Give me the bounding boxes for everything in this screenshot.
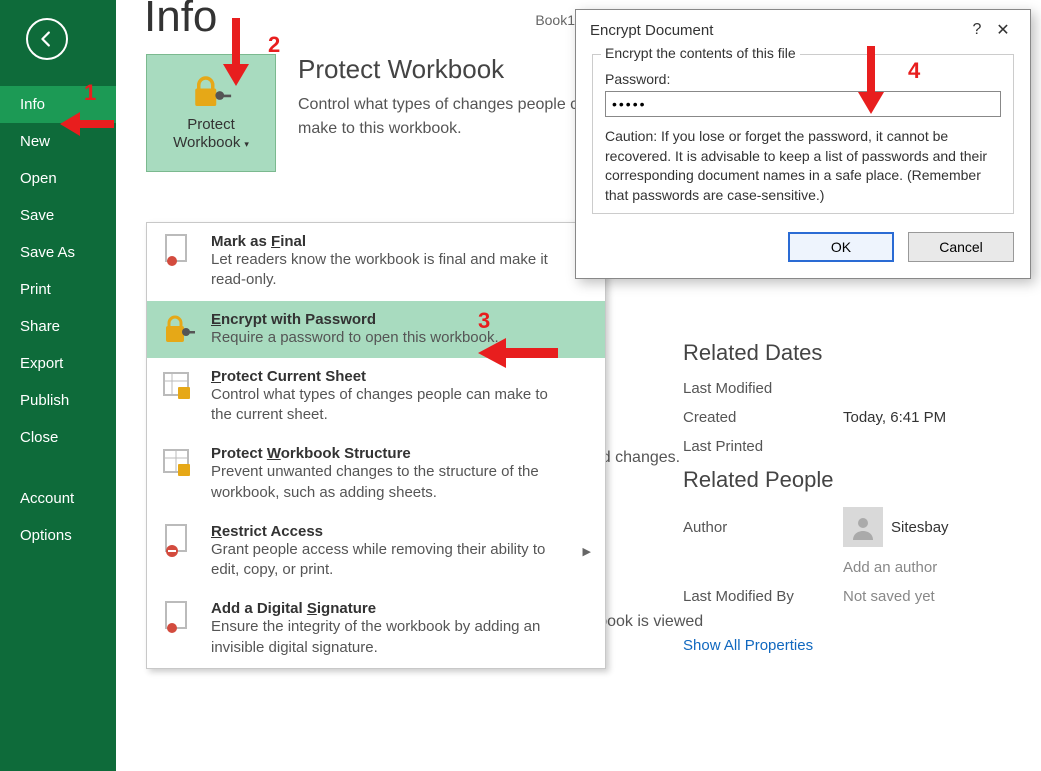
dialog-title: Encrypt Document (590, 22, 713, 39)
menu-item-encrypt-password[interactable]: Encrypt with PasswordRequire a password … (147, 301, 605, 358)
avatar-icon (843, 507, 883, 547)
encrypt-document-dialog: Encrypt Document ? ✕ Encrypt the content… (575, 9, 1031, 279)
sidebar-item-open[interactable]: Open (0, 160, 116, 197)
sheet-lock-icon (161, 368, 197, 404)
last-printed-label: Last Printed (683, 438, 843, 455)
document-signature-icon (161, 600, 197, 636)
dialog-group-legend: Encrypt the contents of this file (601, 45, 800, 61)
arrow-left-icon (36, 28, 58, 50)
last-modified-label: Last Modified (683, 380, 843, 397)
related-dates-heading: Related Dates (683, 340, 1041, 366)
created-label: Created (683, 409, 843, 426)
lock-key-icon (190, 74, 232, 110)
sidebar-item-close[interactable]: Close (0, 419, 116, 456)
dialog-help-button[interactable]: ? (964, 21, 990, 39)
password-label: Password: (605, 71, 1001, 87)
menu-item-title: Restrict Access (211, 523, 569, 540)
menu-item-desc: Let readers know the workbook is final a… (211, 250, 571, 291)
menu-item-title: Mark as Final (211, 233, 571, 250)
menu-item-title: Protect Workbook Structure (211, 445, 571, 462)
submenu-arrow-icon: ▶ (583, 545, 591, 558)
lock-key-icon (161, 311, 197, 347)
protect-workbook-button[interactable]: ProtectWorkbook▾ (146, 54, 276, 172)
ok-button[interactable]: OK (788, 232, 894, 262)
related-people-heading: Related People (683, 467, 1041, 493)
menu-item-title: Protect Current Sheet (211, 368, 571, 385)
document-restrict-icon (161, 523, 197, 559)
menu-item-title: Encrypt with Password (211, 311, 499, 328)
document-badge-icon (161, 233, 197, 269)
sidebar-item-print[interactable]: Print (0, 271, 116, 308)
sidebar-item-save-as[interactable]: Save As (0, 234, 116, 271)
protect-workbook-label: ProtectWorkbook▾ (173, 116, 249, 152)
show-all-properties-link[interactable]: Show All Properties (683, 637, 813, 654)
menu-item-desc: Require a password to open this workbook… (211, 328, 499, 348)
cancel-button[interactable]: Cancel (908, 232, 1014, 262)
last-modified-by-value: Not saved yet (843, 588, 935, 605)
sidebar-item-export[interactable]: Export (0, 345, 116, 382)
author-value: Sitesbay (891, 519, 949, 536)
author-label: Author (683, 519, 843, 536)
protect-workbook-menu: Mark as FinalLet readers know the workbo… (146, 222, 606, 669)
sidebar-item-share[interactable]: Share (0, 308, 116, 345)
menu-item-title: Add a Digital Signature (211, 600, 571, 617)
sidebar-item-account[interactable]: Account (0, 480, 116, 517)
dialog-group: Encrypt the contents of this file Passwo… (592, 54, 1014, 214)
created-value: Today, 6:41 PM (843, 409, 946, 426)
menu-item-protect-structure[interactable]: Protect Workbook StructurePrevent unwant… (147, 435, 605, 513)
password-caution-text: Caution: If you lose or forget the passw… (605, 127, 1001, 205)
workbook-lock-icon (161, 445, 197, 481)
password-input[interactable] (605, 91, 1001, 117)
sidebar-item-options[interactable]: Options (0, 517, 116, 554)
back-button[interactable] (26, 18, 68, 60)
sidebar-item-new[interactable]: New (0, 123, 116, 160)
dialog-close-button[interactable]: ✕ (990, 20, 1016, 40)
sidebar-item-save[interactable]: Save (0, 197, 116, 234)
menu-item-mark-final[interactable]: Mark as FinalLet readers know the workbo… (147, 223, 605, 301)
sidebar-item-info[interactable]: Info (0, 86, 116, 123)
menu-item-restrict-access[interactable]: Restrict AccessGrant people access while… (147, 513, 605, 591)
menu-item-protect-sheet[interactable]: Protect Current SheetControl what types … (147, 358, 605, 436)
menu-item-desc: Grant people access while removing their… (211, 540, 569, 581)
sidebar-item-publish[interactable]: Publish (0, 382, 116, 419)
last-modified-by-label: Last Modified By (683, 588, 843, 605)
menu-item-digital-signature[interactable]: Add a Digital SignatureEnsure the integr… (147, 590, 605, 668)
add-author-link[interactable]: Add an author (843, 559, 937, 576)
backstage-sidebar: Info New Open Save Save As Print Share E… (0, 0, 116, 771)
properties-panel: Related Dates Last Modified CreatedToday… (683, 330, 1041, 654)
menu-item-desc: Ensure the integrity of the workbook by … (211, 617, 571, 658)
menu-item-desc: Prevent unwanted changes to the structur… (211, 462, 571, 503)
menu-item-desc: Control what types of changes people can… (211, 385, 571, 426)
